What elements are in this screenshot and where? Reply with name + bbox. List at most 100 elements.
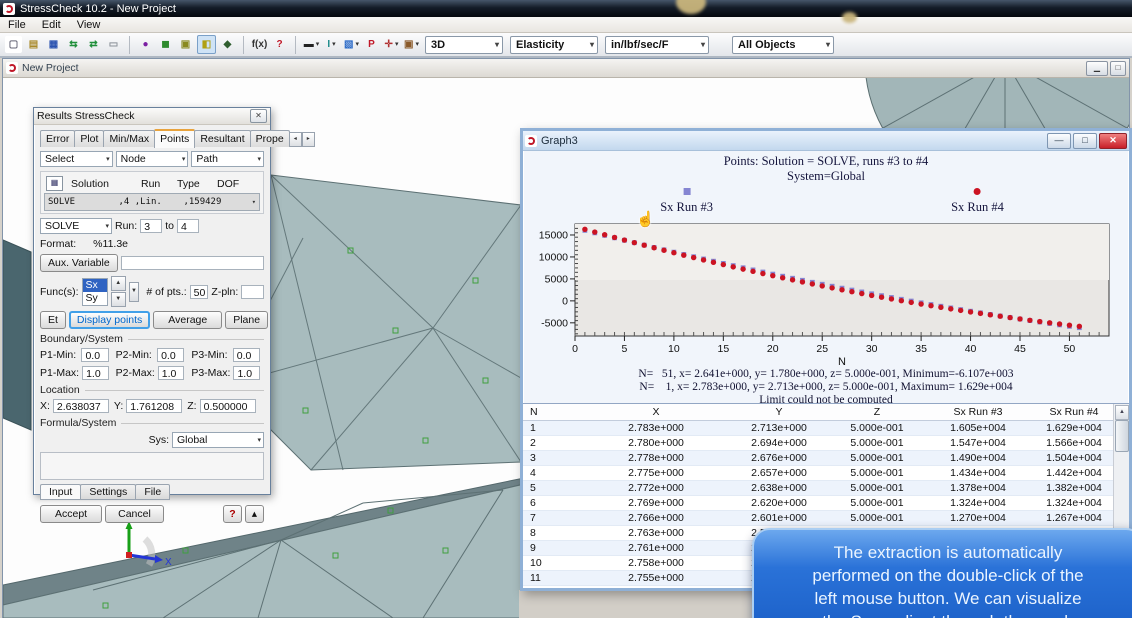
table-row[interactable]: 52.772e+0002.638e+0005.000e-0011.378e+00… xyxy=(523,481,1129,496)
bottom-tab-settings[interactable]: Settings xyxy=(80,484,136,500)
spinner-up-icon[interactable]: ▲ xyxy=(111,276,126,291)
pmin-field-2[interactable]: 0.0 xyxy=(157,348,184,362)
tab-points[interactable]: Points xyxy=(154,129,195,148)
scatter-plot[interactable]: -500005000100001500005101520253035404550… xyxy=(529,218,1123,368)
plane-button[interactable]: Plane xyxy=(225,311,268,329)
num-points-field[interactable]: 50 xyxy=(190,285,209,299)
new-document-icon[interactable]: ▢ xyxy=(5,36,22,53)
export-icon[interactable]: ⇆ xyxy=(65,36,82,53)
table-row[interactable]: 42.775e+0002.657e+0005.000e-0011.434e+00… xyxy=(523,466,1129,481)
aux-variable-button[interactable]: Aux. Variable xyxy=(40,254,118,272)
function-icon[interactable]: f(x) xyxy=(251,36,268,53)
display-options-icon[interactable]: ▬▾ xyxy=(303,36,320,53)
table-row[interactable]: 22.780e+0002.694e+0005.000e-0011.547e+00… xyxy=(523,436,1129,451)
cancel-button[interactable]: Cancel xyxy=(105,505,164,523)
bottom-tab-file[interactable]: File xyxy=(135,484,170,500)
column-header-sxrun4: Sx Run #4 xyxy=(1029,406,1119,418)
table-row[interactable]: 12.783e+0002.713e+0005.000e-0011.605e+00… xyxy=(523,421,1129,436)
check-model-icon[interactable]: ◧ xyxy=(197,35,216,54)
display-points-button[interactable]: Display points xyxy=(69,311,150,329)
function-dropdown-button[interactable]: ▼ xyxy=(129,282,140,302)
graph-minimize-button[interactable]: — xyxy=(1047,133,1071,149)
location-field-2[interactable]: 1.761208 xyxy=(126,399,182,413)
dimension-combo[interactable]: 3D▾ xyxy=(425,36,503,54)
model-icon[interactable]: ● xyxy=(137,36,154,53)
menu-view[interactable]: View xyxy=(77,19,101,31)
print-icon[interactable]: ▭ xyxy=(105,36,122,53)
scroll-thumb[interactable] xyxy=(1115,420,1129,452)
location-field-1[interactable]: 2.638037 xyxy=(53,399,109,413)
table-row[interactable]: 72.766e+0002.601e+0005.000e-0011.270e+00… xyxy=(523,511,1129,526)
aux-variable-field[interactable] xyxy=(121,256,264,270)
collapse-button[interactable]: ▴ xyxy=(245,505,264,523)
function-listbox[interactable]: SxSy xyxy=(82,278,108,306)
solution-record-combo[interactable]: SOLVE ,4 ,Lin. ,159429 ▾ xyxy=(44,193,260,211)
run-to-field[interactable]: 4 xyxy=(177,219,199,233)
pmax-field-3[interactable]: 1.0 xyxy=(233,366,260,380)
maximize-button[interactable]: □ xyxy=(1110,61,1126,76)
layers-icon[interactable]: ▧▾ xyxy=(343,36,360,53)
tab-plot[interactable]: Plot xyxy=(74,130,104,147)
pmax-row: P1-Max:1.0P2-Max:1.0P3-Max:1.0 xyxy=(40,366,264,380)
table-row[interactable]: 32.778e+0002.676e+0005.000e-0011.490e+00… xyxy=(523,451,1129,466)
scroll-up-icon[interactable]: ▲ xyxy=(1115,405,1129,420)
import-icon[interactable]: ⇄ xyxy=(85,36,102,53)
points-label-icon[interactable]: P xyxy=(363,36,380,53)
menu-file[interactable]: File xyxy=(8,19,26,31)
graph-close-button[interactable]: ✕ xyxy=(1099,133,1127,149)
et-button[interactable]: Et xyxy=(40,311,66,329)
units-combo[interactable]: in/lbf/sec/F▾ xyxy=(605,36,709,54)
tab-minmax[interactable]: Min/Max xyxy=(103,130,155,147)
table-cell: 2.769e+000 xyxy=(581,497,731,509)
help-icon-glyph: ? xyxy=(276,36,282,53)
accept-button[interactable]: Accept xyxy=(40,505,102,523)
tab-prope[interactable]: Prope xyxy=(250,130,290,147)
zpln-field[interactable] xyxy=(241,285,264,299)
help-button[interactable]: ? xyxy=(223,505,241,523)
objects-combo[interactable]: All Objects▾ xyxy=(732,36,834,54)
load-icon[interactable]: ▣ xyxy=(177,36,194,53)
grid-icon[interactable]: ▦ xyxy=(46,176,63,191)
method-combo[interactable]: Path▾ xyxy=(191,151,264,167)
entity-combo[interactable]: Node▾ xyxy=(116,151,189,167)
tab-resultant[interactable]: Resultant xyxy=(194,130,250,147)
minimize-button[interactable]: ▁ xyxy=(1086,61,1108,76)
chevron-down-icon: ▾ xyxy=(252,198,256,206)
pmax-field-2[interactable]: 1.0 xyxy=(158,366,185,380)
graph-maximize-button[interactable]: □ xyxy=(1073,133,1097,149)
table-row[interactable]: 62.769e+0002.620e+0005.000e-0011.324e+00… xyxy=(523,496,1129,511)
pmin-label-2: P2-Min: xyxy=(116,349,154,361)
function-item-sy[interactable]: Sy xyxy=(83,292,107,305)
spinner-down-icon[interactable]: ▼ xyxy=(111,292,126,307)
shield-icon[interactable]: ◆ xyxy=(219,36,236,53)
location-field-3[interactable]: 0.500000 xyxy=(200,399,256,413)
select-combo[interactable]: Select▾ xyxy=(40,151,113,167)
section-icon[interactable]: I▾ xyxy=(323,36,340,53)
pmin-field-3[interactable]: 0.0 xyxy=(233,348,260,362)
tab-error[interactable]: Error xyxy=(40,130,75,147)
average-button[interactable]: Average xyxy=(153,311,222,329)
table-cell: 4 xyxy=(523,467,581,479)
mesh-icon[interactable]: ◼ xyxy=(157,36,174,53)
system-combo[interactable]: Global ▾ xyxy=(172,432,264,448)
open-folder-icon[interactable]: ▤ xyxy=(25,36,42,53)
table-cell: 1.547e+004 xyxy=(927,437,1029,449)
tab-scroll-left-icon[interactable]: ◂ xyxy=(289,132,302,147)
save-icon[interactable]: ▦ xyxy=(45,36,62,53)
pmin-field-1[interactable]: 0.0 xyxy=(81,348,108,362)
function-item-sx[interactable]: Sx xyxy=(83,279,107,292)
table-cell: 6 xyxy=(523,497,581,509)
menu-edit[interactable]: Edit xyxy=(42,19,61,31)
help-icon[interactable]: ? xyxy=(271,36,288,53)
run-from-field[interactable]: 3 xyxy=(140,219,162,233)
box-select-icon[interactable]: ▣▾ xyxy=(403,36,420,53)
close-icon[interactable]: ✕ xyxy=(250,109,267,123)
solve-combo[interactable]: SOLVE ▾ xyxy=(40,218,112,234)
table-cell: 2.772e+000 xyxy=(581,482,731,494)
type-header: Type xyxy=(177,178,217,190)
bottom-tab-input[interactable]: Input xyxy=(40,484,81,500)
theory-combo[interactable]: Elasticity▾ xyxy=(510,36,598,54)
tab-scroll-right-icon[interactable]: ▸ xyxy=(302,132,315,147)
pmax-field-1[interactable]: 1.0 xyxy=(82,366,109,380)
rotate-icon[interactable]: ✛▾ xyxy=(383,36,400,53)
